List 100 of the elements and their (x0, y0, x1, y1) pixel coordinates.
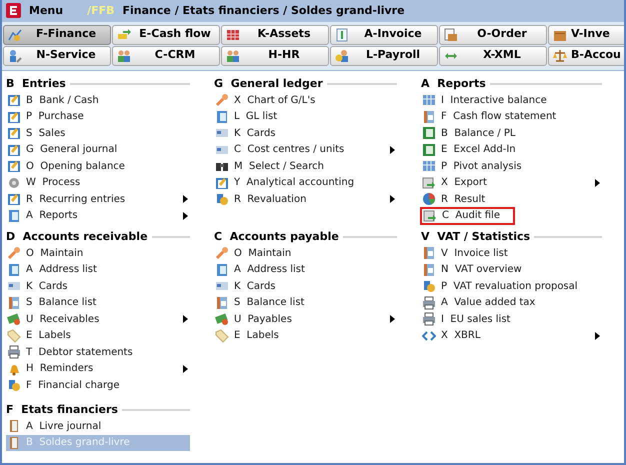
book-icon (7, 208, 21, 223)
menu-item[interactable]: O Maintain (214, 245, 292, 262)
module-tab[interactable]: K-Assets (221, 24, 329, 45)
menu-item[interactable]: I EU sales list (421, 311, 510, 328)
menu-item[interactable]: I Interactive balance (421, 92, 547, 108)
ledger-icon (422, 246, 436, 260)
menu-item[interactable]: A Livre journal (6, 418, 102, 434)
menu-item[interactable]: N VAT overview (421, 262, 522, 278)
pie-chart-icon (422, 192, 436, 206)
menu-item[interactable]: P VAT revaluation proposal (421, 278, 578, 294)
menu-item[interactable]: Y Analytical accounting (214, 174, 354, 191)
menu-item[interactable]: X Export (421, 174, 602, 191)
spreadsheet-icon (422, 126, 436, 140)
menu-item[interactable]: V Invoice list (421, 245, 508, 262)
company-code: /FFB (87, 2, 115, 19)
module-tab[interactable]: F-Finance (3, 24, 111, 45)
menu-item[interactable]: P Purchase (6, 108, 84, 125)
menu-item[interactable]: C Cost centres / units (214, 142, 397, 158)
menu-item[interactable]: G General journal (6, 142, 118, 158)
printer-icon (7, 345, 21, 360)
wrench-icon (215, 93, 229, 108)
submenu-arrow-icon (390, 195, 395, 204)
submenu-arrow-icon (595, 332, 600, 340)
module-tab[interactable]: B-Accou (548, 46, 624, 66)
menu-item[interactable]: H Reminders (6, 360, 190, 377)
menu-item[interactable]: X Chart of G/L's (214, 92, 316, 108)
menu-item[interactable]: S Balance list (214, 294, 304, 311)
module-tab[interactable]: C-CRM (112, 46, 220, 66)
menu-item[interactable]: S Sales (6, 125, 66, 142)
menu-item[interactable]: A Value added tax (421, 294, 536, 311)
spreadsheet-icon (422, 142, 436, 157)
menu-item[interactable]: E Labels (214, 328, 279, 344)
menu-item[interactable]: S Balance list (6, 294, 96, 311)
menu-item[interactable]: K Cards (214, 278, 276, 294)
menu-item[interactable]: F Financial charge (6, 377, 120, 394)
module-tab[interactable]: E-Cash flow (112, 24, 220, 45)
menu-item[interactable]: B Balance / PL (421, 125, 516, 142)
submenu-arrow-icon (183, 315, 188, 324)
menu-item[interactable]: M Select / Search (214, 158, 324, 174)
menu-item[interactable]: A Address list (6, 262, 97, 278)
menu-item[interactable]: R Result (421, 191, 486, 208)
menu-item[interactable]: L GL list (214, 108, 278, 125)
menu-item[interactable]: W Process (6, 174, 80, 191)
menu-item[interactable]: U Receivables (6, 311, 190, 328)
menu-item[interactable]: B Bank / Cash (6, 92, 99, 108)
menu-item[interactable]: K Cards (214, 125, 276, 142)
book-icon (215, 262, 229, 277)
journal-icon (7, 110, 21, 124)
journal-icon (7, 192, 21, 206)
printer-icon (422, 312, 436, 326)
module-tab[interactable]: H-HR (221, 46, 329, 66)
journal-icon (7, 142, 21, 157)
module-tab[interactable]: A-Invoice (330, 24, 438, 45)
submenu-arrow-icon (595, 178, 600, 187)
section-heading: C Accounts payable (214, 228, 339, 245)
wrench-icon (7, 246, 21, 260)
ledger-icon (215, 296, 229, 310)
menu-item[interactable]: T Debtor statements (6, 344, 133, 360)
app-logo-icon[interactable] (6, 3, 21, 18)
module-tab[interactable]: O-Order (439, 24, 547, 45)
menu-item[interactable]: E Excel Add-In (421, 142, 516, 158)
menu-item[interactable]: O Opening balance (6, 158, 125, 174)
wrench-icon (215, 246, 229, 260)
section-heading: D Accounts receivable (6, 228, 148, 245)
printer-icon (422, 296, 436, 310)
module-tab[interactable]: V-Inve (548, 24, 624, 45)
breadcrumb-path: Finance / Etats financiers / Soldes grand-livre (122, 2, 405, 19)
module-tab[interactable]: L-Payroll (330, 46, 438, 66)
ledger-icon (422, 262, 436, 277)
banknote-icon (215, 312, 229, 326)
menu-item[interactable]: A Address list (214, 262, 305, 278)
section-heading: G General ledger (214, 76, 323, 92)
cash-arrow-icon (117, 28, 131, 42)
ledger-icon (422, 110, 436, 124)
journal-icon (7, 93, 21, 108)
menu-item[interactable]: C Audit file (421, 208, 514, 224)
module-tab[interactable]: X-XML (439, 46, 547, 66)
menu-item[interactable]: X XBRL (421, 328, 602, 344)
table-icon (422, 159, 436, 174)
submenu-arrow-icon (390, 315, 395, 324)
menu-item[interactable]: P Pivot analysis (421, 158, 522, 174)
section-heading: V VAT / Statistics (421, 228, 530, 245)
scale-icon (553, 48, 567, 63)
module-tab[interactable]: N-Service (3, 46, 111, 66)
coins-icon (215, 192, 229, 206)
menu-item[interactable]: K Cards (6, 278, 68, 294)
menu-item[interactable]: R Revaluation (214, 191, 397, 208)
submenu-arrow-icon (183, 364, 188, 373)
menu-item[interactable]: F Cash flow statement (421, 108, 556, 125)
menu-item[interactable]: O Maintain (6, 245, 84, 262)
menu-item[interactable]: A Reports (6, 208, 190, 224)
journal-icon (7, 126, 21, 140)
journal-icon (7, 159, 21, 174)
banknote-icon (7, 312, 21, 326)
door-icon (7, 436, 21, 450)
menu-label[interactable]: Menu (29, 2, 64, 20)
menu-item[interactable]: U Payables (214, 311, 397, 328)
section-heading: B Entries (6, 76, 66, 92)
menu-item[interactable]: R Recurring entries (6, 191, 190, 208)
menu-item[interactable]: E Labels (6, 328, 71, 344)
